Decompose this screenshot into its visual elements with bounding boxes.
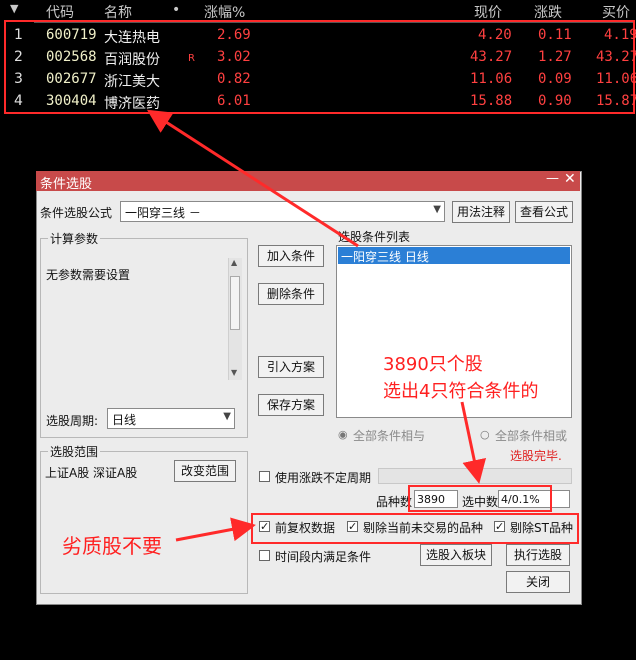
arrow-to-table: [146, 109, 359, 248]
annotation-arrows: [146, 109, 487, 542]
arrow-to-count: [460, 401, 487, 484]
arrow-to-checkboxes: [175, 517, 256, 542]
